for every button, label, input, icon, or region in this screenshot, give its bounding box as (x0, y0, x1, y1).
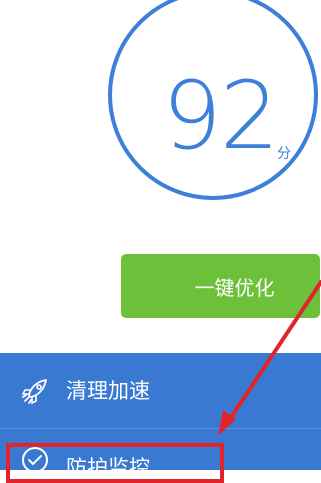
score-value: 92 (162, 62, 280, 171)
menu-item-cleanup-speedup[interactable]: 清理加速 (0, 353, 321, 428)
one-click-optimize-button[interactable]: 一键优化 (121, 254, 320, 318)
annotation-highlight-box (6, 443, 224, 483)
menu-item-label: 清理加速 (66, 379, 150, 403)
optimize-button-label: 一键优化 (194, 275, 275, 300)
rocket-icon (21, 379, 47, 405)
score-unit: 分 (277, 146, 291, 162)
